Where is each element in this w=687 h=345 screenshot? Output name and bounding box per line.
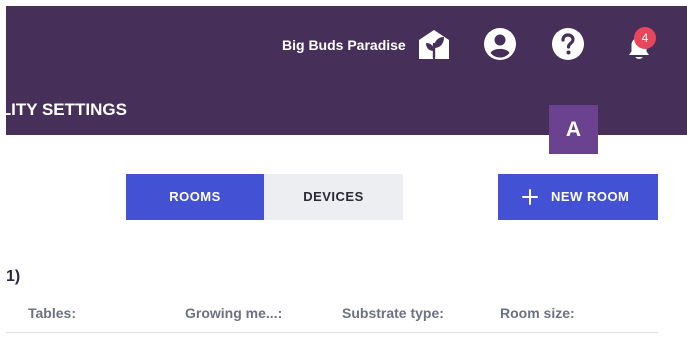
tab-devices[interactable]: DEVICES: [264, 174, 403, 220]
column-header-growing-medium: Growing me...:: [185, 305, 283, 321]
table-header-divider: [6, 332, 658, 333]
new-room-label: NEW ROOM: [551, 189, 630, 204]
plus-icon: [522, 189, 538, 205]
farm-name-selector[interactable]: Big Buds Paradise: [282, 37, 406, 53]
notification-badge: 4: [634, 27, 656, 49]
page-title: ILITY SETTINGS: [6, 100, 127, 119]
account-circle-icon[interactable]: [483, 27, 517, 61]
column-header-tables: Tables:: [28, 305, 76, 321]
app-frame: Big Buds Paradise 4 ILITY SETTINGS A ROO…: [6, 6, 687, 345]
column-header-substrate-type: Substrate type:: [342, 305, 444, 321]
column-header-room-size: Room size:: [500, 305, 575, 321]
new-room-button[interactable]: NEW ROOM: [498, 174, 658, 220]
section-title: 1): [6, 268, 21, 285]
help-circle-icon[interactable]: [551, 27, 585, 61]
plant-house-icon[interactable]: [416, 26, 452, 62]
tab-rooms[interactable]: ROOMS: [126, 174, 264, 220]
user-avatar[interactable]: A: [549, 105, 598, 154]
